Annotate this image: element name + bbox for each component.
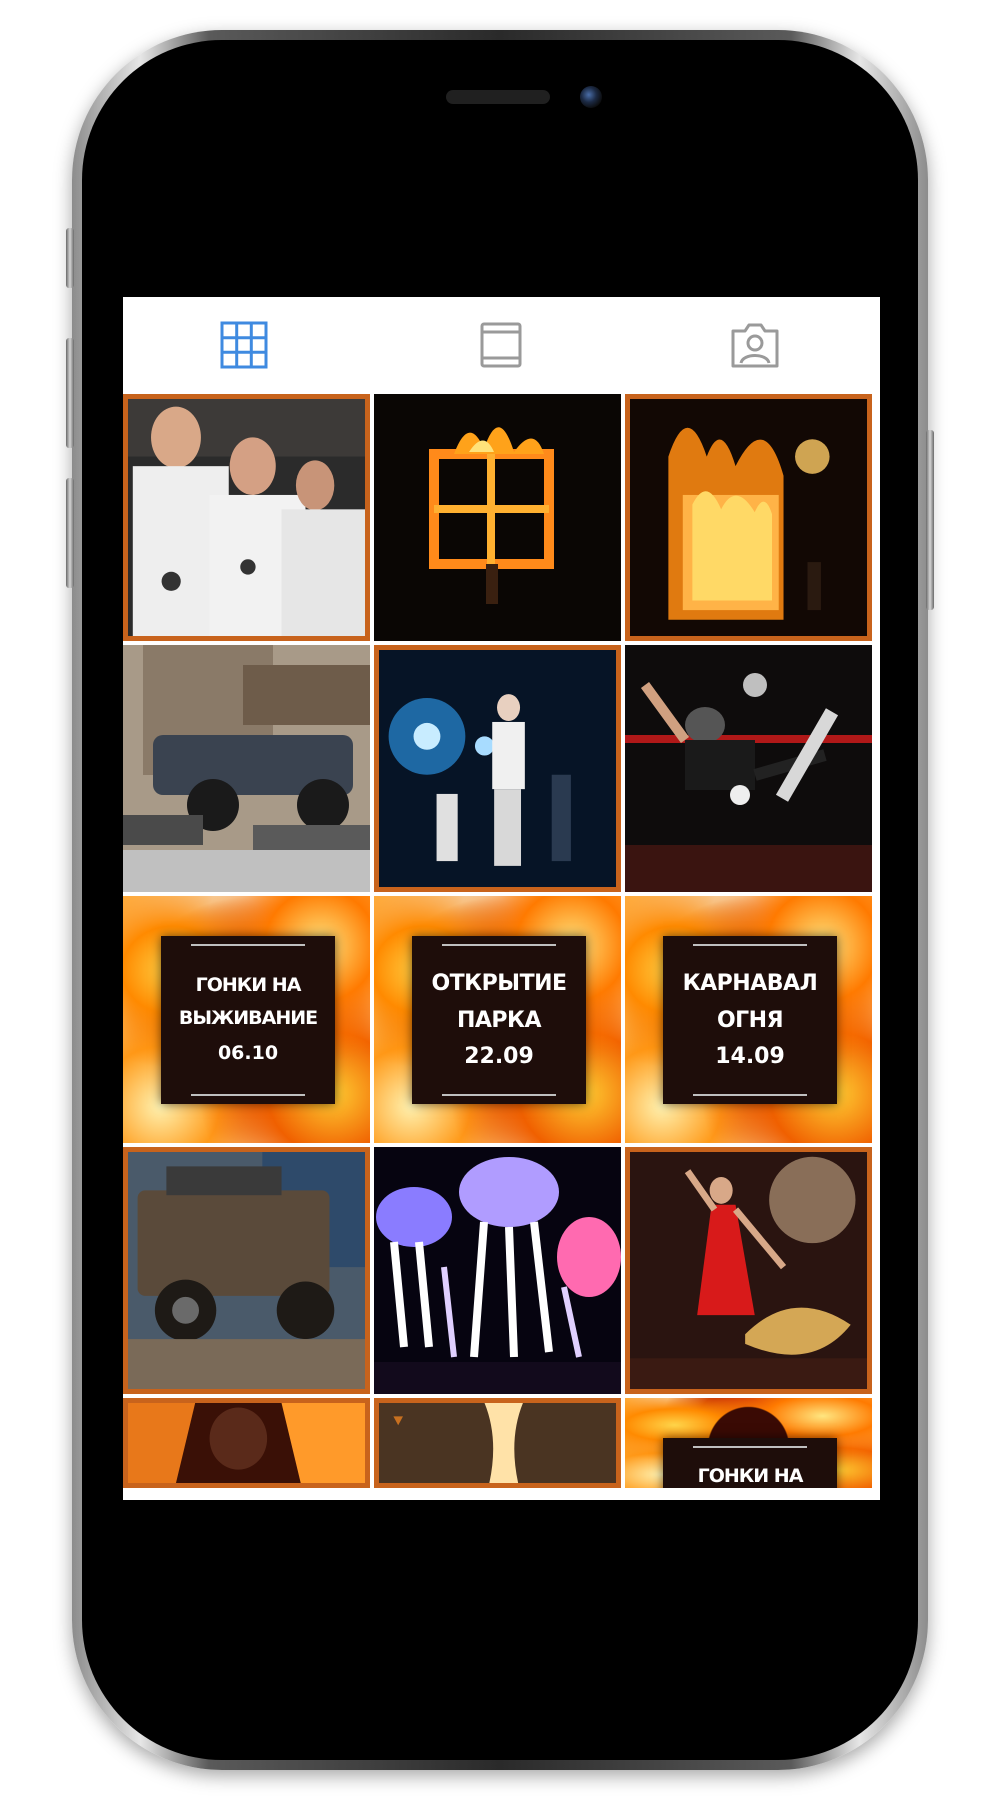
post-tile[interactable] — [123, 645, 370, 892]
event-poster: ГОНКИ НА — [663, 1438, 837, 1488]
mute-switch — [66, 228, 74, 288]
post-tile[interactable]: ГОНКИ НА — [625, 1398, 872, 1488]
event-poster: ГОНКИ НА ВЫЖИВАНИЕ 06.10 — [161, 936, 335, 1104]
post-tile[interactable] — [625, 1147, 872, 1394]
event-date: 14.09 — [715, 1044, 785, 1069]
event-title-line2: ПАРКА — [456, 1008, 542, 1033]
post-photo-burning-frame — [374, 394, 621, 641]
post-photo-jellyfish-parade — [374, 1147, 621, 1394]
power-button — [926, 430, 934, 610]
post-photo-fire-dancer — [630, 1152, 867, 1389]
post-tile[interactable] — [625, 394, 872, 641]
post-photo-burning-building — [630, 399, 867, 636]
post-photo-racers — [128, 399, 365, 636]
tab-feed[interactable] — [475, 319, 527, 371]
event-title-line1: ГОНКИ НА — [195, 974, 302, 996]
earpiece-speaker — [446, 90, 550, 104]
post-tile[interactable] — [123, 1398, 370, 1488]
profile-view-tabs — [123, 297, 880, 392]
event-date: 06.10 — [217, 1042, 279, 1064]
profile-screen: ГОНКИ НА ВЫЖИВАНИЕ 06.10 ОТКРЫТИЕ ПАРКА … — [123, 297, 880, 1500]
post-tile[interactable] — [374, 394, 621, 641]
post-tile[interactable]: КАРНАВАЛ ОГНЯ 14.09 — [625, 896, 872, 1143]
post-photo-fire-performers — [128, 1403, 365, 1483]
post-tile[interactable] — [625, 645, 872, 892]
event-date: 22.09 — [464, 1044, 534, 1069]
tab-grid[interactable] — [218, 319, 270, 371]
post-tile[interactable]: ГОНКИ НА ВЫЖИВАНИЕ 06.10 — [123, 896, 370, 1143]
front-camera — [580, 86, 602, 108]
post-photo-stage-singer — [379, 650, 616, 887]
event-title-line1: ГОНКИ НА — [697, 1465, 804, 1487]
grid-icon — [220, 321, 268, 369]
volume-down-button — [66, 478, 74, 588]
post-tile[interactable]: ОТКРЫТИЕ ПАРКА 22.09 — [374, 896, 621, 1143]
post-tile[interactable] — [123, 394, 370, 641]
post-photo-skateboarder — [625, 645, 872, 892]
post-tile[interactable] — [374, 1398, 621, 1488]
tagged-person-icon — [731, 323, 779, 368]
event-poster: ОТКРЫТИЕ ПАРКА 22.09 — [412, 936, 586, 1104]
feed-icon — [480, 322, 522, 368]
post-tile[interactable] — [123, 1147, 370, 1394]
post-photo-monster-truck — [123, 645, 370, 892]
event-title-line2: ВЫЖИВАНИЕ — [178, 1007, 318, 1029]
tab-tagged[interactable] — [729, 319, 781, 371]
event-title-line1: ОТКРЫТИЕ — [431, 971, 567, 996]
post-tile[interactable] — [374, 645, 621, 892]
event-title-line1: КАРНАВАЛ — [682, 971, 818, 996]
event-title-line2: ОГНЯ — [716, 1008, 784, 1033]
post-photo-flame-column — [379, 1403, 616, 1483]
post-photo-offroad-truck — [128, 1152, 365, 1389]
volume-up-button — [66, 338, 74, 448]
event-poster: КАРНАВАЛ ОГНЯ 14.09 — [663, 936, 837, 1104]
post-tile[interactable] — [374, 1147, 621, 1394]
